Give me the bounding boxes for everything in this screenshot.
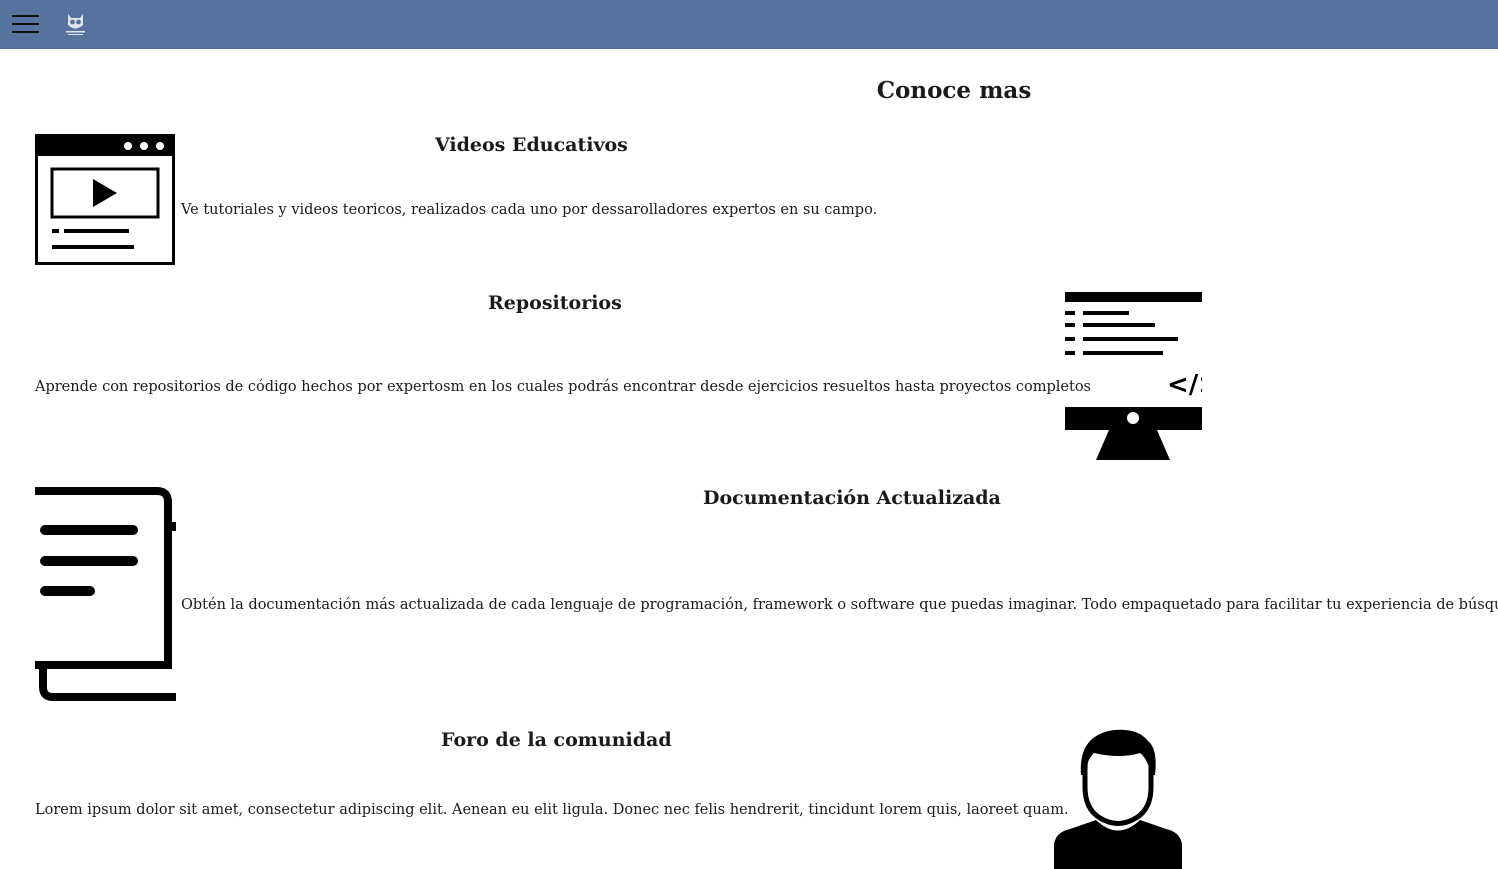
feature-text-foro: Lorem ipsum dolor sit amet, consectetur … — [35, 802, 1069, 818]
code-monitor-icon: </> — [1065, 292, 1202, 460]
book-icon — [35, 487, 176, 701]
feature-text-repositorios: Aprende con repositorios de código hecho… — [35, 379, 1091, 395]
section-title: Conoce mas — [876, 77, 1032, 104]
feature-title-foro: Foro de la comunidad — [441, 729, 672, 751]
owl-logo-icon[interactable] — [63, 11, 88, 37]
user-avatar-icon — [1054, 729, 1182, 869]
feature-title-documentacion: Documentación Actualizada — [703, 487, 1001, 509]
hamburger-menu-icon[interactable] — [12, 15, 39, 35]
feature-text-videos: Ve tutoriales y videos teoricos, realiza… — [181, 202, 878, 218]
feature-text-documentacion: Obtén la documentación más actualizada d… — [181, 597, 1498, 613]
feature-title-repositorios: Repositorios — [488, 292, 622, 314]
top-navbar — [0, 0, 1498, 49]
video-player-icon — [35, 134, 175, 265]
feature-title-videos: Videos Educativos — [435, 134, 628, 156]
svg-text:</>: </> — [1167, 370, 1202, 400]
